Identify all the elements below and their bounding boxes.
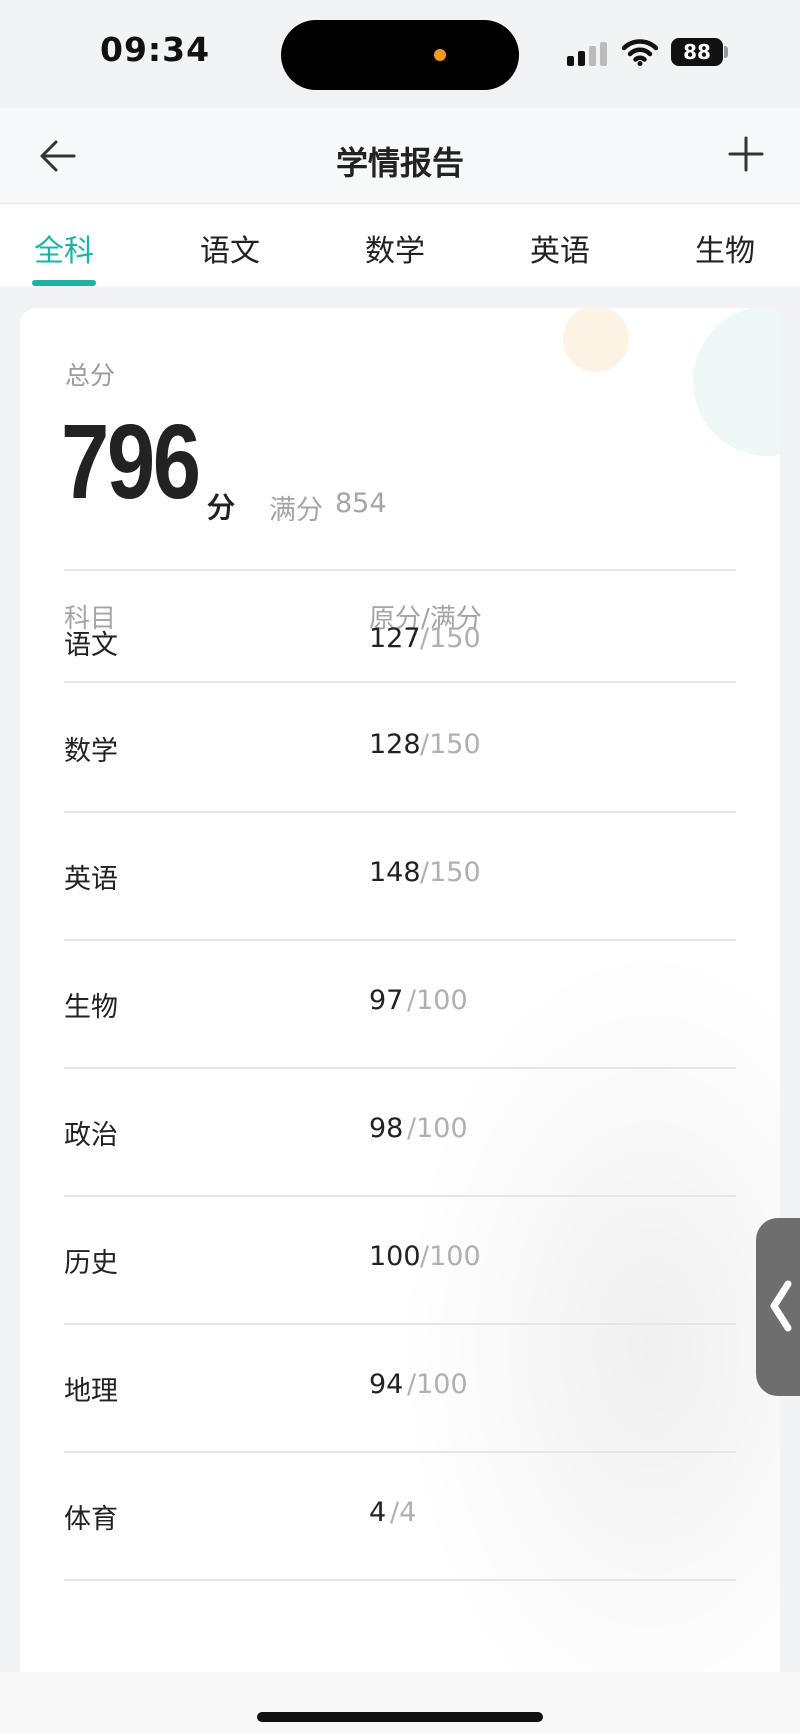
arrow-left-icon[interactable] — [38, 136, 78, 176]
navigation-bar: 学情报告 — [0, 108, 800, 204]
raw-score: 94 — [369, 1369, 404, 1400]
active-tab-indicator — [32, 280, 96, 286]
raw-score: 4 — [369, 1497, 387, 1528]
decoration-circle — [693, 308, 780, 456]
chevron-left-icon — [770, 1280, 792, 1332]
table-row: 语文 127 /150 — [64, 615, 736, 683]
table-row: 政治 98 /100 — [64, 1067, 736, 1197]
raw-score: 97 — [369, 985, 404, 1016]
subject-name: 数学 — [64, 736, 118, 767]
battery-icon: 88 — [671, 38, 723, 66]
home-indicator[interactable] — [257, 1712, 543, 1722]
subject-name: 地理 — [64, 1376, 118, 1407]
subject-name: 历史 — [64, 1248, 118, 1279]
total-score-label: 总分 — [65, 361, 116, 390]
wifi-icon — [622, 39, 658, 66]
plus-icon[interactable] — [727, 135, 765, 173]
total-score-value: 796 — [61, 403, 201, 521]
subject-name: 政治 — [64, 1120, 118, 1151]
page-title: 学情报告 — [335, 144, 464, 182]
table-row: 数学 128 /150 — [64, 683, 736, 813]
raw-score: 148 — [369, 857, 421, 888]
tab-all[interactable]: 全科 — [34, 226, 94, 270]
full-score: /150 — [420, 623, 481, 654]
status-bar: 09:34 88 — [0, 0, 800, 108]
status-time: 09:34 — [100, 30, 211, 69]
full-score: /100 — [407, 985, 468, 1016]
privacy-indicator-dot — [434, 49, 446, 61]
subject-name: 体育 — [64, 1504, 118, 1535]
cellular-signal-icon — [567, 42, 609, 66]
full-score: /100 — [407, 1369, 468, 1400]
full-score-value: 854 — [335, 488, 387, 519]
tab-math[interactable]: 数学 — [365, 226, 425, 270]
full-score: /100 — [420, 1241, 481, 1272]
battery-level: 88 — [683, 40, 711, 64]
side-drawer-handle[interactable] — [756, 1218, 800, 1396]
table-row: 英语 148 /150 — [64, 811, 736, 941]
subject-name: 语文 — [64, 630, 118, 661]
divider — [64, 569, 736, 571]
tab-english[interactable]: 英语 — [530, 226, 590, 270]
full-score-label: 满分 — [269, 495, 323, 526]
table-row: 体育 4 /4 — [64, 1451, 736, 1581]
decoration-circle — [563, 308, 629, 372]
battery-cap — [724, 46, 728, 58]
tab-chinese[interactable]: 语文 — [200, 226, 260, 270]
total-score-unit: 分 — [207, 491, 236, 524]
raw-score: 128 — [369, 729, 421, 760]
raw-score: 98 — [369, 1113, 404, 1144]
tab-biology[interactable]: 生物 — [695, 226, 755, 270]
subject-name: 生物 — [64, 992, 118, 1023]
full-score: /4 — [390, 1497, 417, 1528]
table-row: 生物 97 /100 — [64, 939, 736, 1069]
dynamic-island — [281, 20, 519, 90]
raw-score: 100 — [369, 1241, 421, 1272]
full-score: /150 — [420, 857, 481, 888]
subject-name: 英语 — [64, 864, 118, 895]
home-bar-area — [0, 1672, 800, 1734]
raw-score: 127 — [369, 623, 421, 654]
table-row: 历史 100 /100 — [64, 1195, 736, 1325]
full-score: /100 — [407, 1113, 468, 1144]
table-row: 地理 94 /100 — [64, 1323, 736, 1453]
full-score: /150 — [420, 729, 481, 760]
subject-tabs: 全科 语文 数学 英语 生物 — [0, 204, 800, 286]
score-report-card: 总分 796 分 满分 854 科目 原分/满分 语文 127 /150 数学 … — [20, 308, 780, 1734]
